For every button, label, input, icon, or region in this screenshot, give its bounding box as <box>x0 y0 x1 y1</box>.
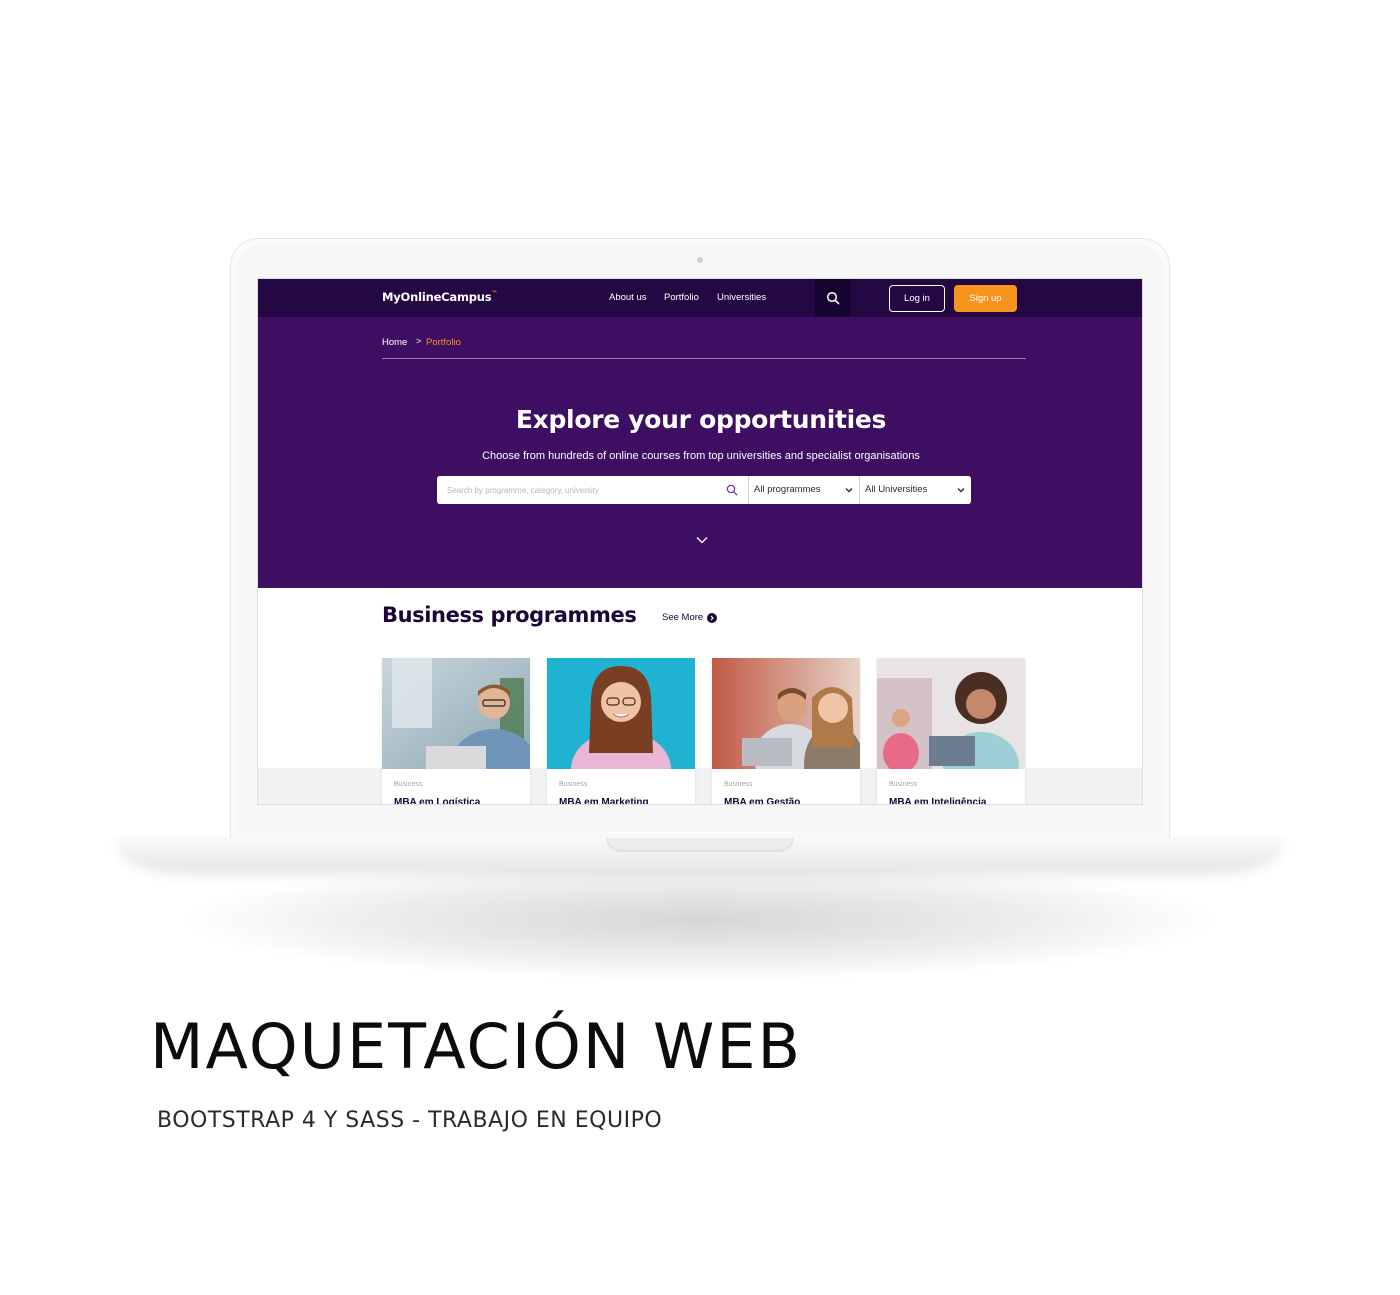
card-category: Business <box>394 781 423 788</box>
signup-button[interactable]: Sign up <box>954 285 1017 312</box>
search-bar: All programmes All Universities <box>437 476 971 504</box>
search-icon <box>826 291 840 305</box>
programme-card[interactable]: Business MBA em Gestão <box>712 658 860 805</box>
nav-link-about[interactable]: About us <box>609 292 647 303</box>
chevron-down-icon <box>957 488 965 493</box>
nav-link-portfolio[interactable]: Portfolio <box>664 292 699 303</box>
programme-image <box>382 658 530 769</box>
programme-card[interactable]: Business MBA em Logística <box>382 658 530 805</box>
caption-title: MAQUETACIÓN WEB <box>150 1010 803 1083</box>
section-title: Business programmes <box>382 603 637 627</box>
site-logo[interactable]: MyOnlineCampus™ <box>382 290 497 304</box>
card-title: MBA em Inteligência <box>889 797 987 805</box>
chevron-down-icon <box>845 488 853 493</box>
laptop-shadow <box>190 860 1210 980</box>
programmes-select[interactable]: All programmes <box>748 476 859 504</box>
login-button[interactable]: Log in <box>889 285 945 312</box>
programme-card[interactable]: Business MBA em Marketing <box>547 658 695 805</box>
breadcrumb-home[interactable]: Home <box>382 337 407 348</box>
card-title: MBA em Gestão <box>724 797 801 805</box>
hero-subtitle: Choose from hundreds of online courses f… <box>482 450 920 462</box>
programme-image <box>877 658 1025 769</box>
logo-text: MyOnlineCampus <box>382 290 492 304</box>
programme-card[interactable]: Business MBA em Inteligência <box>877 658 1025 805</box>
see-more-label: See More <box>662 612 704 623</box>
programmes-section: Business programmes See More Business MB… <box>258 588 1142 805</box>
card-title: MBA em Marketing <box>559 797 649 805</box>
universities-select-value: All Universities <box>865 484 928 495</box>
search-icon[interactable] <box>726 484 738 496</box>
laptop-camera <box>697 257 703 263</box>
caption-subtitle: BOOTSTRAP 4 Y SASS - TRABAJO EN EQUIPO <box>157 1108 663 1133</box>
card-category: Business <box>889 781 918 788</box>
see-more-link[interactable]: See More <box>662 612 718 623</box>
hero-section: Home > Portfolio Explore your opportunit… <box>258 317 1142 588</box>
laptop-screen: MyOnlineCampus™ About us Portfolio Unive… <box>257 278 1143 805</box>
universities-select[interactable]: All Universities <box>859 476 971 504</box>
programme-image <box>712 658 860 769</box>
laptop-base-notch <box>606 838 794 852</box>
scroll-down-chevron-icon[interactable] <box>695 535 709 545</box>
nav-link-universities[interactable]: Universities <box>717 292 766 303</box>
breadcrumb-divider <box>382 358 1026 359</box>
logo-trademark: ™ <box>491 290 498 297</box>
nav-search-button[interactable] <box>815 279 851 317</box>
card-title: MBA em Logística <box>394 797 481 805</box>
breadcrumb-current: Portfolio <box>426 337 461 348</box>
programmes-select-value: All programmes <box>754 484 821 495</box>
card-category: Business <box>724 781 753 788</box>
hero-title: Explore your opportunities <box>515 405 887 434</box>
programme-image <box>547 658 695 769</box>
arrow-right-circle-icon <box>707 612 718 623</box>
breadcrumb-separator: > <box>416 336 422 346</box>
card-category: Business <box>559 781 588 788</box>
search-input[interactable] <box>437 476 748 504</box>
top-navbar: MyOnlineCampus™ About us Portfolio Unive… <box>258 279 1142 317</box>
